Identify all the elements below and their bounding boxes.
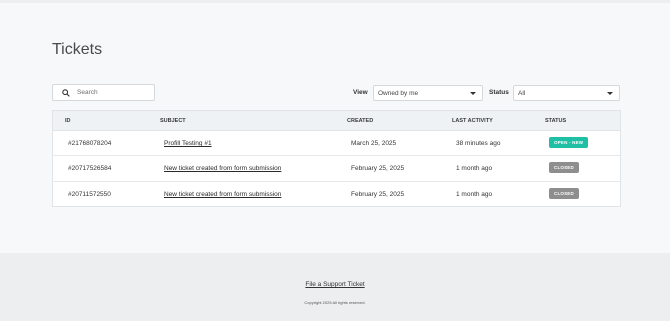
ticket-created: March 25, 2025: [351, 140, 397, 147]
ticket-id: #20711572550: [68, 190, 111, 198]
view-label: View: [353, 89, 368, 96]
ticket-subject-link[interactable]: New ticket created from form submission: [164, 165, 281, 172]
column-header-status: STATUS: [545, 118, 567, 124]
top-border: [0, 0, 670, 3]
table-row[interactable]: #20717526584 New ticket created from for…: [53, 156, 620, 182]
chevron-down-icon: [607, 92, 613, 95]
ticket-last-activity: 38 minutes ago: [456, 140, 501, 147]
column-header-last-activity: LAST ACTIVITY: [452, 118, 493, 124]
file-support-ticket-link[interactable]: File a Support Ticket: [0, 281, 670, 288]
ticket-created: February 25, 2025: [351, 190, 405, 198]
table-header: ID SUBJECT CREATED LAST ACTIVITY STATUS: [53, 111, 620, 131]
table-row[interactable]: #21768078204 Profill Testing #1 March 25…: [53, 131, 620, 157]
search-input[interactable]: [77, 89, 147, 96]
ticket-subject-link[interactable]: Profill Testing #1: [164, 140, 212, 147]
tickets-table: ID SUBJECT CREATED LAST ACTIVITY STATUS …: [52, 110, 621, 207]
chevron-down-icon: [470, 92, 476, 95]
search-icon: [62, 88, 70, 97]
status-badge: CLOSED: [549, 162, 579, 174]
ticket-subject-link[interactable]: New ticket created from form submission: [164, 191, 281, 198]
ticket-last-activity: 1 month ago: [456, 165, 493, 173]
search-box[interactable]: [52, 84, 155, 101]
footer: File a Support Ticket Copyright 2025 All…: [0, 253, 670, 321]
table-row[interactable]: #20711572550 New ticket created from for…: [53, 182, 620, 207]
ticket-created: February 25, 2025: [351, 165, 405, 173]
status-label: Status: [489, 89, 509, 96]
ticket-last-activity: 1 month ago: [456, 190, 493, 198]
column-header-created: CREATED: [347, 118, 374, 124]
status-badge: CLOSED: [549, 187, 579, 199]
column-header-id: ID: [65, 118, 71, 124]
ticket-id: #20717526584: [68, 165, 112, 173]
status-select[interactable]: All: [513, 85, 620, 101]
view-select[interactable]: Owned by me: [373, 85, 483, 101]
status-badge: OPEN - NEW: [549, 137, 589, 148]
view-select-value: Owned by me: [378, 89, 419, 97]
copyright-text: Copyright 2025 All rights reserved.: [304, 300, 366, 305]
ticket-id: #21768078204: [68, 140, 112, 147]
column-header-subject: SUBJECT: [160, 118, 186, 124]
status-select-value: All: [518, 89, 526, 97]
page-title: Tickets: [52, 41, 103, 58]
